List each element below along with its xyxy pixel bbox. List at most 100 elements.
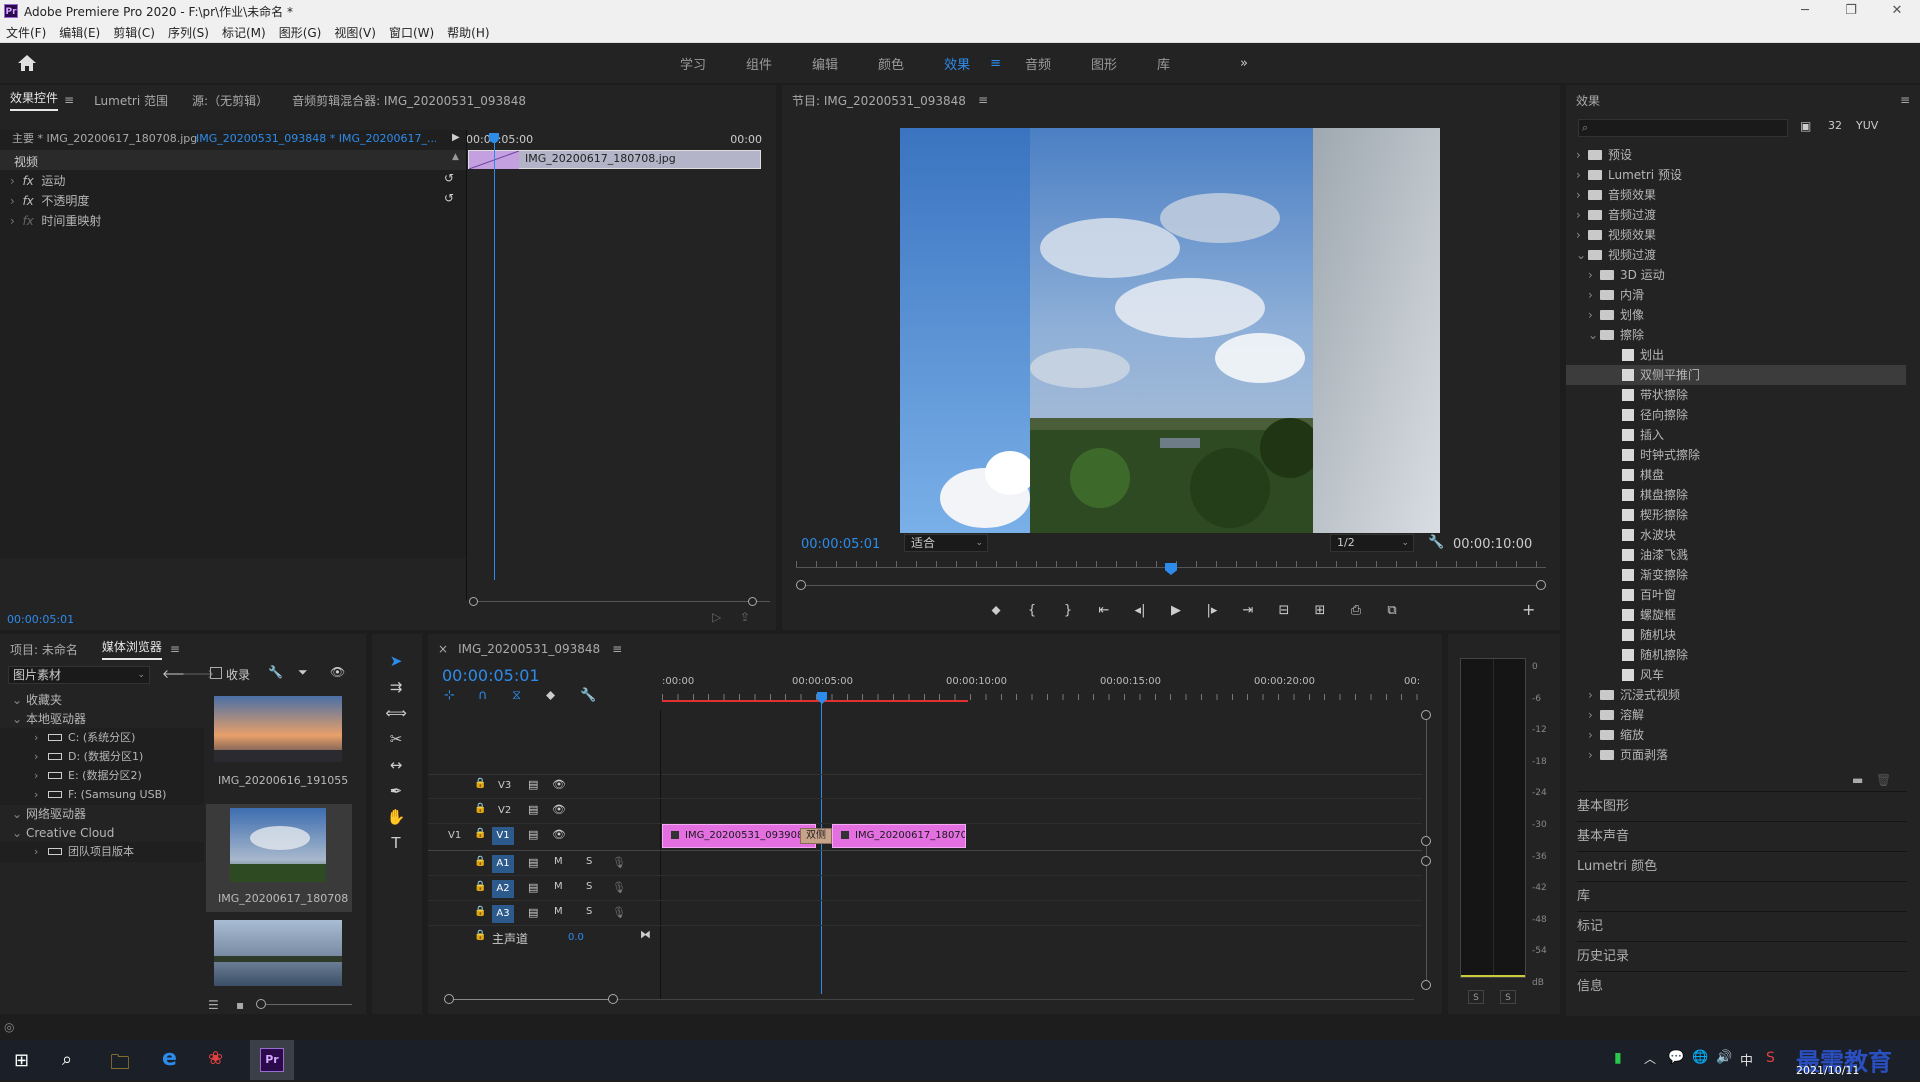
thumb-item[interactable] [206,916,352,990]
program-video-frame[interactable] [900,128,1440,533]
solo-left-button[interactable]: S [1468,990,1484,1004]
extract-icon[interactable]: ⊞ [1302,603,1338,618]
lock-icon[interactable]: 🔒 [474,803,486,814]
track-v2[interactable]: V2 [498,805,511,816]
vertical-scroll-handle[interactable] [1421,836,1431,846]
sequence-menu-icon[interactable]: ≡ [612,642,622,656]
ec-playhead[interactable] [494,133,495,580]
vertical-scroll-handle[interactable] [1421,856,1431,866]
effect-item[interactable]: 棋盘擦除 [1566,485,1906,505]
lock-icon[interactable]: 🔒 [474,828,486,839]
effects-folder[interactable]: › 缩放 [1566,725,1906,745]
mark-in-icon[interactable]: { [1014,603,1050,618]
network-icon[interactable]: 🌐 [1692,1050,1708,1065]
effect-item[interactable]: 插入 [1566,425,1906,445]
ec-clip-bar[interactable]: IMG_20200617_180708.jpg [468,150,761,169]
razor-tool-icon[interactable]: ✂ [385,730,407,752]
lock-icon[interactable]: 🔒 [474,906,486,917]
home-icon[interactable] [16,53,38,73]
workspace-tab-audio[interactable]: 音频 [1005,54,1071,73]
go-to-in-icon[interactable]: ⇤ [1086,603,1122,618]
menu-file[interactable]: 文件(F) [6,24,46,41]
ingest-checkbox[interactable] [210,667,222,679]
browser-group[interactable]: ⌄ 网络驱动器 [0,804,204,824]
file-type-select[interactable]: 图片素材 ⌄ [8,666,150,684]
menu-view[interactable]: 视图(V) [334,24,376,41]
add-marker-icon[interactable]: ⬥ [978,603,1014,618]
new-bin-icon[interactable]: ▬ [1852,773,1863,787]
eye-icon[interactable]: 👁 [552,828,566,841]
effects-folder[interactable]: › 沉浸式视频 [1566,685,1906,705]
section-markers[interactable]: 标记 [1577,911,1907,941]
chevron-right-icon[interactable]: › [34,728,48,748]
chevron-right-icon[interactable]: › [34,747,48,767]
browser-group[interactable]: ⌄ 收藏夹 [0,690,204,710]
thumb-item-selected[interactable]: IMG_20200617_180708 [206,804,352,912]
track-select-tool-icon[interactable]: ⇉ [385,678,407,700]
clip-v1-1[interactable]: IMG_20200531_093908.jp [662,824,816,848]
button-editor-icon[interactable]: + [1522,600,1535,619]
pen-tool-icon[interactable]: ✒ [385,782,407,804]
chevron-right-icon[interactable]: › [1576,225,1588,245]
ingest-settings-wrench-icon[interactable]: 🔧 [268,665,283,679]
icon-view-icon[interactable]: ▪ [236,998,244,1012]
vertical-scroll-handle[interactable] [1421,710,1431,720]
program-playhead[interactable] [1165,563,1177,575]
drive-item[interactable]: › D: (数据分区1) [0,747,204,767]
yuv-effects-icon[interactable]: YUV [1856,119,1878,132]
effect-item[interactable]: 百叶窗 [1566,585,1906,605]
timeline-settings-wrench-icon[interactable]: 🔧 [580,688,614,703]
transition-clip[interactable]: 双侧 [800,828,832,844]
panel-menu-icon[interactable]: ≡ [64,93,74,107]
menu-window[interactable]: 窗口(W) [389,24,434,41]
menu-help[interactable]: 帮助(H) [447,24,489,41]
menu-edit[interactable]: 编辑(E) [59,24,100,41]
tray-chevron-icon[interactable]: ︿ [1644,1050,1656,1067]
effects-folder[interactable]: › 划像 [1566,305,1906,325]
effect-item[interactable]: 渐变擦除 [1566,565,1906,585]
chevron-down-icon[interactable]: ⌄ [12,823,26,843]
effect-item[interactable]: 棋盘 [1566,465,1906,485]
master-volume-value[interactable]: 0.0 [568,932,584,943]
ime-icon[interactable]: 中 [1740,1050,1753,1069]
effects-folder[interactable]: › 音频效果 [1566,185,1906,205]
play-icon[interactable]: ▶ [1158,603,1194,618]
solo-right-button[interactable]: S [1500,990,1516,1004]
effects-folder[interactable]: ⌄ 擦除 [1566,325,1906,345]
32bit-effects-icon[interactable]: 32 [1828,119,1842,132]
snap-magnet-icon[interactable]: ∩ [478,688,512,703]
step-back-icon[interactable]: ◂| [1122,603,1158,618]
view-eye-icon[interactable]: 👁 [330,665,345,679]
chevron-down-icon[interactable]: ⌄ [12,690,26,710]
workspace-menu-icon[interactable]: ≡ [990,56,1005,71]
chevron-right-icon[interactable]: › [1588,285,1600,305]
tab-effect-controls[interactable]: 效果控件 [10,89,59,111]
browser-group[interactable]: ⌄ 本地驱动器 [0,709,204,729]
effect-item[interactable]: 随机块 [1566,625,1906,645]
sync-lock-icon[interactable]: ▤ [528,778,538,791]
horizontal-scroll-bar[interactable] [444,994,618,1004]
compare-view-icon[interactable]: ⧉ [1374,603,1410,618]
delete-icon[interactable]: 🗑 [1876,773,1891,787]
chevron-right-icon[interactable]: › [34,785,48,805]
resolution-select[interactable]: 1/2 ⌄ [1330,534,1414,552]
effect-item[interactable]: 径向擦除 [1566,405,1906,425]
chevron-right-icon[interactable]: › [1588,745,1600,765]
chevron-down-icon[interactable]: ⌄ [12,804,26,824]
minimize-icon[interactable]: ─ [1782,0,1828,22]
effects-folder[interactable]: › 内滑 [1566,285,1906,305]
sync-lock-icon[interactable]: ▤ [528,828,538,841]
effect-item[interactable]: 随机擦除 [1566,645,1906,665]
effect-item[interactable]: 时钟式擦除 [1566,445,1906,465]
slip-tool-icon[interactable]: ↔ [385,756,407,778]
play-only-icon[interactable]: ▶ [452,132,460,143]
scroll-up-icon[interactable]: ▲ [452,152,459,162]
tab-project[interactable]: 项目: 未命名 [10,641,78,658]
list-view-icon[interactable]: ☰ [208,998,219,1012]
effects-folder[interactable]: › 预设 [1566,145,1906,165]
chevron-right-icon[interactable]: › [1576,165,1588,185]
tab-source[interactable]: 源:（无剪辑） [192,92,268,109]
go-to-out-icon[interactable]: ⇥ [1230,603,1266,618]
browser-group[interactable]: ⌄ Creative Cloud [0,823,204,843]
drive-item[interactable]: › F: (Samsung USB) [0,785,204,805]
